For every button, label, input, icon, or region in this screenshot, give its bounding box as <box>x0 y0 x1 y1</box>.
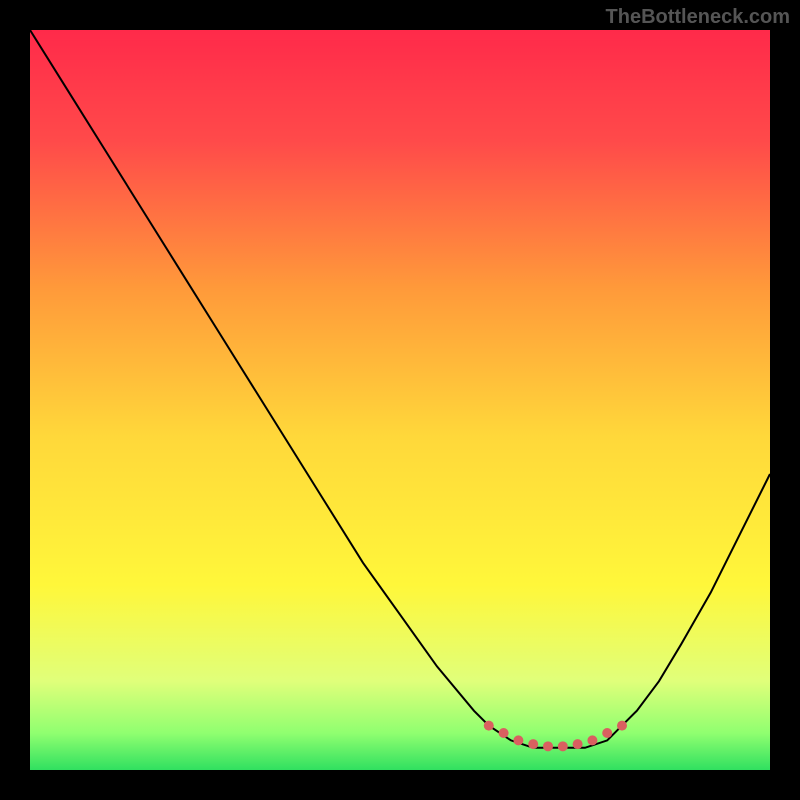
marker-dot <box>499 728 509 738</box>
chart-svg <box>30 30 770 770</box>
chart-background <box>30 30 770 770</box>
marker-dot <box>617 721 627 731</box>
marker-dot <box>558 741 568 751</box>
chart-container <box>30 30 770 770</box>
marker-dot <box>573 739 583 749</box>
marker-dot <box>602 728 612 738</box>
marker-dot <box>528 739 538 749</box>
marker-dot <box>513 735 523 745</box>
marker-dot <box>587 735 597 745</box>
watermark-label: TheBottleneck.com <box>606 6 790 29</box>
marker-dot <box>543 741 553 751</box>
marker-dot <box>484 721 494 731</box>
